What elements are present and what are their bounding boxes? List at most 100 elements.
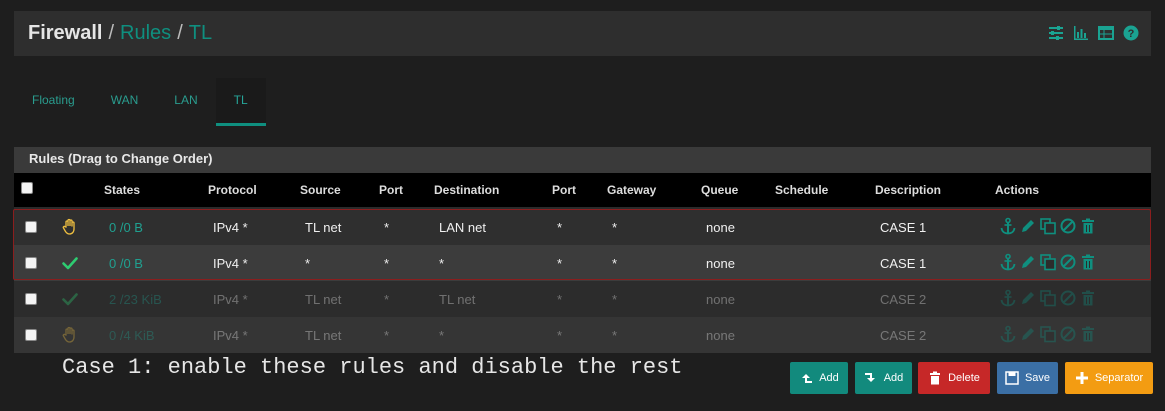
col-queue[interactable]: Queue <box>701 183 738 197</box>
cell-source: TL net <box>305 292 342 307</box>
col-source[interactable]: Source <box>300 183 341 197</box>
col-port[interactable]: Port <box>379 183 403 197</box>
col-schedule[interactable]: Schedule <box>775 183 828 197</box>
copy-icon[interactable] <box>1039 217 1057 235</box>
cell-states[interactable]: 0 /0 B <box>109 256 143 271</box>
add-bottom-label: Add <box>883 372 904 384</box>
cell-states[interactable]: 0 /4 KiB <box>109 328 155 343</box>
table-row[interactable]: 0 /0 B IPv4 * TL net * LAN net * * none … <box>14 209 1151 245</box>
col-description[interactable]: Description <box>875 183 941 197</box>
cell-destination: LAN net <box>439 220 486 235</box>
save-button[interactable]: Save <box>997 362 1058 394</box>
cell-gateway: * <box>612 292 618 307</box>
pencil-edit-icon[interactable] <box>1019 325 1037 343</box>
table-row[interactable]: 0 /4 KiB IPv4 * TL net * * * * none CASE… <box>14 317 1151 353</box>
cell-description: CASE 1 <box>880 220 927 235</box>
trash-delete-icon[interactable] <box>1079 253 1097 271</box>
anchor-icon[interactable] <box>999 325 1017 343</box>
header-toolbar: ? <box>1048 25 1139 41</box>
page-header: Firewall / Rules / TL ? <box>14 11 1151 56</box>
cell-description: CASE 2 <box>880 328 927 343</box>
copy-icon[interactable] <box>1039 289 1057 307</box>
add-separator-button[interactable]: Separator <box>1065 362 1153 394</box>
copy-icon[interactable] <box>1039 253 1057 271</box>
cell-dest-port: * <box>557 328 563 343</box>
col-protocol[interactable]: Protocol <box>208 183 257 197</box>
pencil-edit-icon[interactable] <box>1019 253 1037 271</box>
check-pass-icon[interactable] <box>61 290 79 308</box>
trash-delete-icon[interactable] <box>1079 325 1097 343</box>
floppy-icon <box>1005 371 1019 385</box>
breadcrumb-tl[interactable]: TL <box>189 22 212 45</box>
tab-floating[interactable]: Floating <box>14 78 93 126</box>
cell-destination: TL net <box>439 292 476 307</box>
cell-port: * <box>384 292 390 307</box>
annotation-text: Case 1: enable these rules and disable t… <box>62 355 683 380</box>
table-icon[interactable] <box>1098 25 1114 41</box>
trash-delete-icon[interactable] <box>1079 289 1097 307</box>
cell-protocol: IPv4 * <box>213 328 248 343</box>
col-destination[interactable]: Destination <box>434 183 499 197</box>
breadcrumb-rules[interactable]: Rules <box>120 22 171 45</box>
pencil-edit-icon[interactable] <box>1019 289 1037 307</box>
trash-icon <box>930 371 941 385</box>
cell-gateway: * <box>612 328 618 343</box>
cell-port: * <box>384 256 390 271</box>
hand-block-icon[interactable] <box>61 326 79 344</box>
row-actions <box>999 217 1097 235</box>
delete-button[interactable]: Delete <box>918 362 990 394</box>
bar-chart-icon[interactable] <box>1073 25 1089 41</box>
ban-disable-icon[interactable] <box>1059 325 1077 343</box>
row-checkbox[interactable] <box>25 293 37 305</box>
cell-source: TL net <box>305 220 342 235</box>
row-checkbox[interactable] <box>25 221 37 233</box>
ban-disable-icon[interactable] <box>1059 289 1077 307</box>
breadcrumb-separator: / <box>108 22 115 44</box>
pencil-edit-icon[interactable] <box>1019 217 1037 235</box>
cell-description: CASE 2 <box>880 292 927 307</box>
add-rule-bottom-button[interactable]: Add <box>855 362 912 394</box>
col-dest-port[interactable]: Port <box>552 183 576 197</box>
col-states[interactable]: States <box>104 183 140 197</box>
plus-icon <box>1075 372 1088 384</box>
cell-port: * <box>384 328 390 343</box>
table-row[interactable]: 2 /23 KiB IPv4 * TL net * TL net * * non… <box>14 281 1151 317</box>
cell-destination: * <box>439 328 445 343</box>
cell-states[interactable]: 2 /23 KiB <box>109 292 162 307</box>
table-row[interactable]: 0 /0 B IPv4 * * * * * * none CASE 1 <box>14 245 1151 281</box>
tab-wan[interactable]: WAN <box>93 78 157 126</box>
trash-delete-icon[interactable] <box>1079 217 1097 235</box>
cell-queue: none <box>706 256 735 271</box>
table-header: States Protocol Source Port Destination … <box>14 173 1151 207</box>
cell-destination: * <box>439 256 445 271</box>
row-checkbox[interactable] <box>25 257 37 269</box>
hand-block-icon[interactable] <box>61 218 79 236</box>
delete-label: Delete <box>948 372 980 384</box>
copy-icon[interactable] <box>1039 325 1057 343</box>
cell-queue: none <box>706 292 735 307</box>
sliders-icon[interactable] <box>1048 25 1064 41</box>
cell-protocol: IPv4 * <box>213 256 248 271</box>
cell-dest-port: * <box>557 256 563 271</box>
cell-states[interactable]: 0 /0 B <box>109 220 143 235</box>
cell-source: * <box>305 256 311 271</box>
col-gateway[interactable]: Gateway <box>607 183 656 197</box>
ban-disable-icon[interactable] <box>1059 217 1077 235</box>
row-checkbox[interactable] <box>25 329 37 341</box>
anchor-icon[interactable] <box>999 289 1017 307</box>
add-rule-top-button[interactable]: Add <box>790 362 848 394</box>
cell-protocol: IPv4 * <box>213 220 248 235</box>
anchor-icon[interactable] <box>999 253 1017 271</box>
anchor-icon[interactable] <box>999 217 1017 235</box>
select-all-checkbox[interactable] <box>21 182 33 194</box>
ban-disable-icon[interactable] <box>1059 253 1077 271</box>
breadcrumb-separator: / <box>177 22 183 44</box>
cell-port: * <box>384 220 390 235</box>
check-pass-icon[interactable] <box>61 254 79 272</box>
help-icon[interactable]: ? <box>1123 25 1139 41</box>
cell-protocol: IPv4 * <box>213 292 248 307</box>
row-actions <box>999 289 1097 307</box>
tab-tl[interactable]: TL <box>215 78 266 126</box>
save-label: Save <box>1024 372 1051 384</box>
tab-lan[interactable]: LAN <box>156 78 215 126</box>
